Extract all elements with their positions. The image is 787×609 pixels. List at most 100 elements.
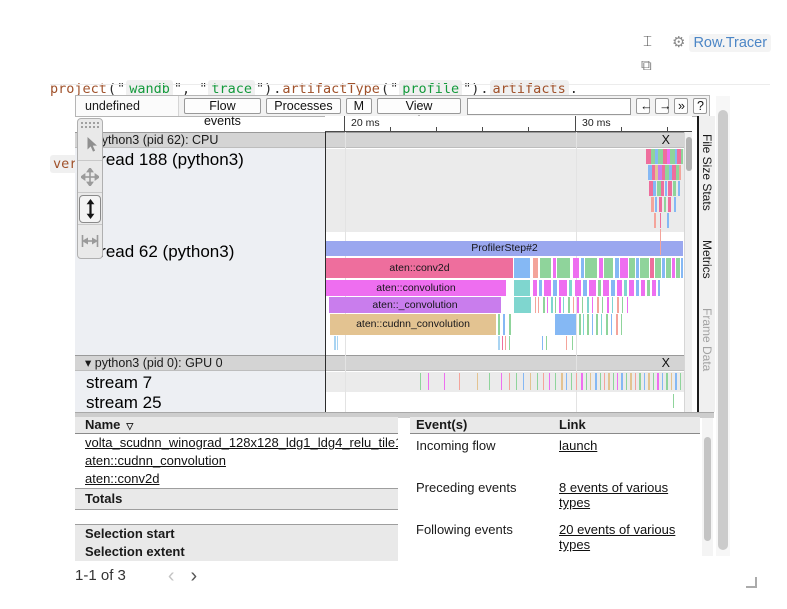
trace-span-segment[interactable] <box>581 373 583 390</box>
vertical-zoom-tool-button[interactable] <box>78 192 102 224</box>
trace-span-segment[interactable] <box>599 258 603 278</box>
trace-span-segment[interactable] <box>617 280 622 296</box>
trace-span-segment[interactable] <box>581 258 584 278</box>
trace-span-segment[interactable] <box>679 165 681 180</box>
trace-span-segment[interactable] <box>583 314 584 335</box>
next-page-button[interactable]: › <box>191 568 198 584</box>
trace-span-segment[interactable] <box>547 297 548 313</box>
trace-span-segment[interactable] <box>543 373 544 390</box>
trace-span-segment[interactable] <box>561 373 563 390</box>
event-name-link[interactable]: aten::conv2d <box>85 471 159 486</box>
event-name-link[interactable]: aten::cudnn_convolution <box>85 453 226 468</box>
trace-span-segment[interactable] <box>648 373 650 390</box>
trace-span-segment[interactable] <box>673 181 676 196</box>
tab-metrics[interactable]: Metrics <box>700 240 714 279</box>
incoming-flow-link[interactable]: launch <box>559 438 597 453</box>
trace-span-segment[interactable] <box>654 213 656 228</box>
trace-span-segment[interactable] <box>664 197 666 212</box>
trace-span-segment[interactable] <box>559 280 567 296</box>
label-chart-divider[interactable] <box>325 132 326 412</box>
trace-span-segment[interactable] <box>505 336 506 350</box>
trace-span-segment[interactable] <box>501 373 502 390</box>
trace-span[interactable]: aten::convolution <box>326 280 506 296</box>
trace-span-segment[interactable] <box>523 373 524 390</box>
trace-span-segment[interactable] <box>621 314 622 335</box>
trace-span-segment[interactable] <box>606 314 608 335</box>
trace-span-segment[interactable] <box>662 373 663 390</box>
trace-span-segment[interactable] <box>566 336 567 350</box>
trace-span-segment[interactable] <box>514 297 531 313</box>
trace-span-segment[interactable] <box>514 280 530 296</box>
trace-span-segment[interactable] <box>659 197 662 212</box>
pan-tool-button[interactable] <box>78 160 102 192</box>
trace-span-segment[interactable] <box>621 373 623 390</box>
panel-type-label[interactable]: Row.Tracer <box>689 34 771 52</box>
trace-span-segment[interactable] <box>444 373 445 390</box>
preceding-events-link[interactable]: 8 events of various types <box>559 480 668 510</box>
trace-span-segment[interactable] <box>546 336 547 350</box>
trace-span-segment[interactable] <box>334 336 336 350</box>
trace-span-segment[interactable] <box>575 280 581 296</box>
trace-span-segment[interactable] <box>671 373 672 390</box>
timing-tool-button[interactable] <box>78 224 102 256</box>
trace-span-segment[interactable] <box>622 297 623 313</box>
trace-span-segment[interactable] <box>629 280 634 296</box>
trace-span-segment[interactable] <box>620 258 628 278</box>
trace-span[interactable]: aten::cudnn_convolution <box>330 314 496 335</box>
trace-span-segment[interactable] <box>608 373 610 390</box>
trace-span-segment[interactable] <box>542 336 543 350</box>
panel-type-selector[interactable]: ⚙Row.Tracer <box>672 33 771 51</box>
trace-span-segment[interactable] <box>598 280 601 296</box>
trace-span-segment[interactable] <box>666 258 671 278</box>
trace-span-segment[interactable] <box>566 373 567 390</box>
trace-span-segment[interactable] <box>644 373 645 390</box>
trace-span-segment[interactable] <box>668 181 672 196</box>
trace-span-segment[interactable] <box>653 181 656 196</box>
trace-span-segment[interactable] <box>428 373 429 390</box>
trace-span-segment[interactable] <box>636 258 639 278</box>
trace-span-segment[interactable] <box>680 373 681 390</box>
trace-span-segment[interactable] <box>613 373 614 390</box>
trace-span-segment[interactable] <box>681 258 683 278</box>
trace-span-segment[interactable] <box>502 336 503 350</box>
trace-chart-layer[interactable]: ProfilerStep#2aten::conv2daten::convolut… <box>326 132 684 412</box>
trace-span-segment[interactable] <box>660 213 661 228</box>
trace-span-segment[interactable] <box>537 373 538 390</box>
copy-icon[interactable]: ⧉ <box>641 57 652 74</box>
trace-span-segment[interactable] <box>635 373 636 390</box>
trace-span-segment[interactable] <box>568 297 570 313</box>
trace-search-input[interactable] <box>467 98 631 115</box>
trace-span-segment[interactable] <box>555 373 556 390</box>
trace-span-segment[interactable] <box>533 280 537 296</box>
trace-span-segment[interactable] <box>549 373 550 390</box>
page-scrollbar-thumb[interactable] <box>718 110 728 550</box>
trace-span-segment[interactable] <box>572 336 573 350</box>
trace-span-segment[interactable] <box>674 197 676 212</box>
gear-icon[interactable]: ⚙ <box>672 34 685 51</box>
name-column-header[interactable]: Name▽ <box>75 417 398 434</box>
trace-span-segment[interactable] <box>616 314 618 335</box>
trace-span-segment[interactable] <box>611 314 612 335</box>
page-scrollbar[interactable] <box>716 96 730 556</box>
event-pane-scrollbar-thumb[interactable] <box>704 437 711 541</box>
nav-left-button[interactable]: ← <box>636 98 650 114</box>
trace-span-segment[interactable] <box>673 394 674 408</box>
trace-span-segment[interactable] <box>533 258 538 278</box>
trace-span-segment[interactable] <box>641 280 645 296</box>
trace-span-segment[interactable] <box>557 258 570 278</box>
trace-span-segment[interactable] <box>603 280 609 296</box>
trace-span-segment[interactable] <box>540 258 551 278</box>
trace-span-segment[interactable] <box>647 280 650 296</box>
trace-span[interactable]: aten::_convolution <box>329 297 501 313</box>
trace-span-segment[interactable] <box>653 373 654 390</box>
tab-frame-data[interactable]: Frame Data <box>700 308 714 371</box>
trace-span-segment[interactable] <box>655 258 661 278</box>
trace-span-segment[interactable] <box>587 297 589 313</box>
trace-span-segment[interactable] <box>498 314 500 335</box>
trace-span-segment[interactable] <box>337 336 338 350</box>
help-button[interactable]: ? <box>693 98 707 114</box>
trace-span-segment[interactable] <box>459 373 460 390</box>
trace-span-segment[interactable] <box>569 280 572 296</box>
trace-span-segment[interactable] <box>601 314 602 335</box>
trace-span-segment[interactable] <box>420 373 421 390</box>
